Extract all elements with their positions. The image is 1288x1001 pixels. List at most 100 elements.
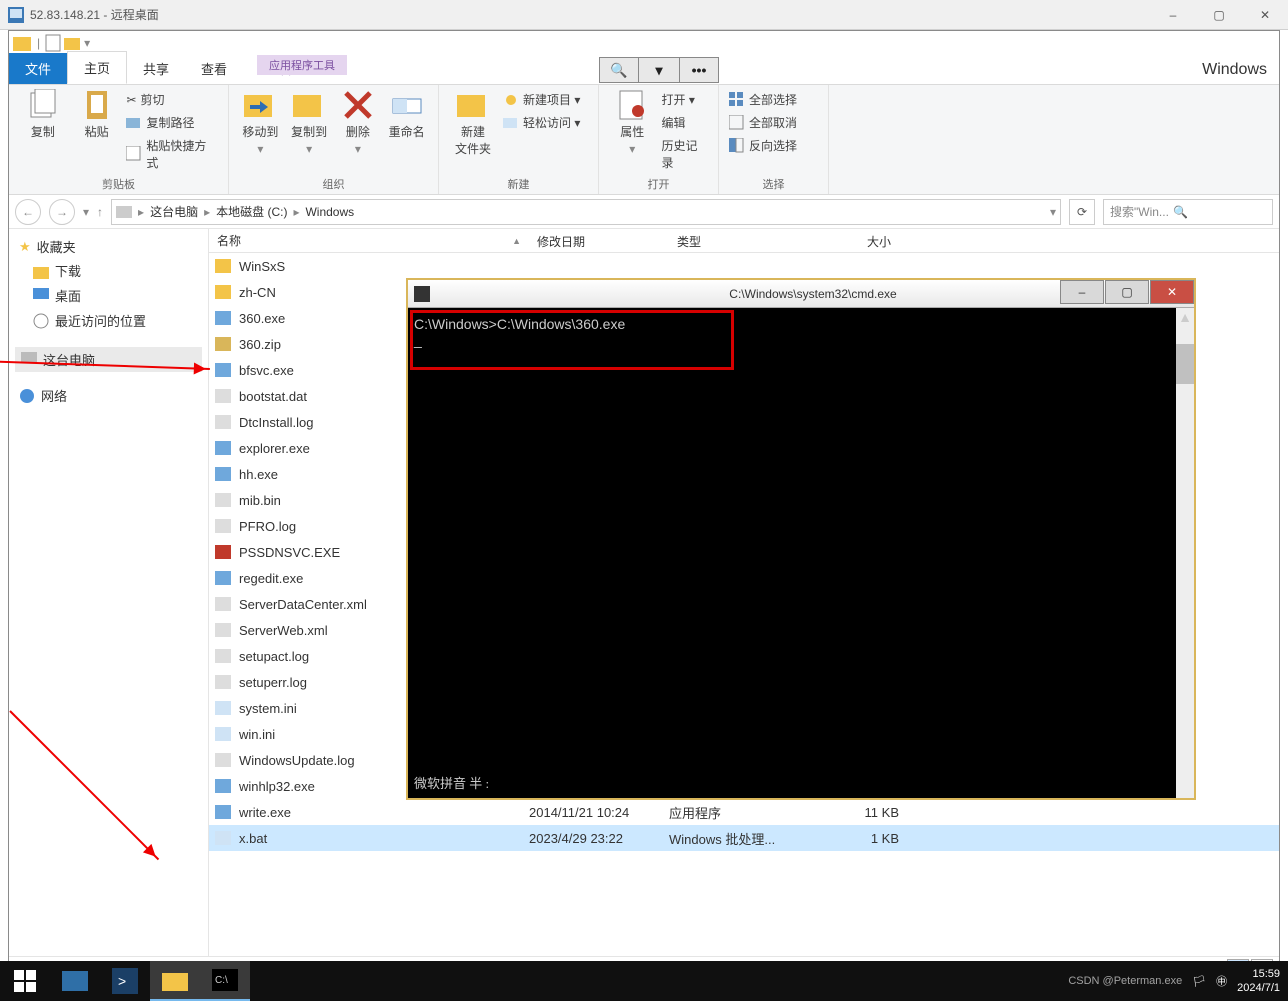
rdp-titlebar: 52.83.148.21 - 远程桌面 – ▢ ✕ bbox=[0, 0, 1288, 30]
path-icon bbox=[126, 115, 142, 131]
newfolder-button[interactable]: 新建 文件夹 bbox=[449, 89, 497, 157]
fwd-button[interactable]: → bbox=[49, 199, 75, 225]
selectall-button[interactable]: 全部选择 bbox=[729, 89, 797, 110]
breadcrumb-bar[interactable]: ▸ 这台电脑▸ 本地磁盘 (C:)▸ Windows ▾ bbox=[111, 199, 1061, 225]
crumb-2[interactable]: Windows bbox=[305, 205, 354, 219]
recent-icon bbox=[33, 313, 49, 329]
rdp-title-text: 52.83.148.21 - 远程桌面 bbox=[30, 6, 159, 23]
context-tab-label: 应用程序工具 bbox=[257, 55, 347, 75]
new-folder-icon[interactable] bbox=[64, 34, 82, 52]
properties-button[interactable]: 属性▾ bbox=[609, 89, 656, 156]
rdp-close-button[interactable]: ✕ bbox=[1242, 0, 1288, 30]
invertsel-button[interactable]: 反向选择 bbox=[729, 135, 797, 156]
zoom-button[interactable]: 🔍 bbox=[599, 57, 639, 83]
taskbar: > C:\ CSDN @Peterman.exe 🏳 ㊥ 15:59 2024/… bbox=[0, 961, 1288, 1001]
delete-button[interactable]: 删除▾ bbox=[337, 89, 380, 156]
side-recent[interactable]: 最近访问的位置 bbox=[15, 308, 202, 333]
nav-bar: ← → ▾ ↑ ▸ 这台电脑▸ 本地磁盘 (C:)▸ Windows ▾ ⟳ 搜… bbox=[9, 195, 1279, 229]
watermark-text: CSDN @Peterman.exe bbox=[1068, 975, 1182, 987]
file-row[interactable]: x.bat2023/4/29 23:22Windows 批处理...1 KB bbox=[209, 825, 1279, 851]
svg-text:>: > bbox=[118, 973, 126, 989]
back-button[interactable]: ← bbox=[15, 199, 41, 225]
nav-pane: ★收藏夹 下载 桌面 最近访问的位置 这台电脑 网络 bbox=[9, 229, 209, 956]
sort-arrow-icon: ▲ bbox=[512, 236, 521, 246]
desktop-icon bbox=[33, 288, 49, 304]
side-desktop[interactable]: 桌面 bbox=[15, 283, 202, 308]
crumb-0[interactable]: 这台电脑 bbox=[150, 203, 198, 220]
easyaccess-button[interactable]: 轻松访问 ▾ bbox=[503, 112, 580, 133]
drive-icon bbox=[116, 204, 132, 220]
properties-icon[interactable] bbox=[44, 34, 62, 52]
link-icon bbox=[503, 115, 519, 131]
moveto-button[interactable]: 移动到▾ bbox=[239, 89, 282, 156]
up-button[interactable]: ↑ bbox=[97, 205, 103, 219]
pasteshortcut-button[interactable]: 粘贴快捷方式 bbox=[126, 135, 218, 173]
search-icon: 🔍 bbox=[1173, 205, 1188, 219]
start-button[interactable] bbox=[0, 961, 50, 1001]
folder-icon bbox=[13, 34, 31, 52]
search-box[interactable]: 搜索"Win...🔍 bbox=[1103, 199, 1273, 225]
column-headers[interactable]: 名称▲ 修改日期 类型 大小 bbox=[209, 229, 1279, 253]
tab-view[interactable]: 查看 bbox=[185, 53, 243, 84]
tray-ime-icon[interactable]: ㊥ bbox=[1216, 973, 1227, 989]
pc-icon bbox=[21, 352, 37, 368]
taskbar-explorer[interactable] bbox=[150, 961, 200, 1001]
tab-home[interactable]: 主页 bbox=[67, 51, 127, 84]
grid-icon bbox=[729, 92, 745, 108]
taskbar-powershell[interactable]: > bbox=[100, 961, 150, 1001]
tray-flag-icon[interactable]: 🏳 bbox=[1192, 975, 1206, 988]
file-row[interactable]: WinSxS bbox=[209, 253, 1279, 279]
group-open-label: 打开 bbox=[609, 173, 708, 192]
history-button[interactable]: 历史记录 bbox=[662, 135, 709, 173]
tray-clock[interactable]: 15:59 2024/7/1 bbox=[1237, 967, 1280, 995]
side-favorites[interactable]: ★收藏夹 bbox=[15, 237, 202, 256]
zoom-controls: 🔍 ▾ ••• bbox=[599, 55, 719, 85]
scissors-icon: ✂ bbox=[126, 93, 136, 107]
cmd-scrollbar[interactable]: ▲ bbox=[1176, 308, 1194, 798]
delete-x-icon bbox=[342, 89, 374, 121]
side-network[interactable]: 网络 bbox=[15, 386, 202, 405]
crumb-1[interactable]: 本地磁盘 (C:) bbox=[216, 203, 287, 220]
side-downloads[interactable]: 下载 bbox=[15, 258, 202, 283]
copypath-button[interactable]: 复制路径 bbox=[126, 112, 218, 133]
tab-share[interactable]: 共享 bbox=[127, 53, 185, 84]
cmd-ime-status: 微软拼音 半 : bbox=[414, 773, 489, 792]
cmd-min-button[interactable]: – bbox=[1060, 280, 1104, 304]
ribbon: 复制 粘贴 ✂剪切 复制路径 粘贴快捷方式 剪贴板 移动到▾ 复制到▾ 删除▾ … bbox=[9, 85, 1279, 195]
tab-file[interactable]: 文件 bbox=[9, 53, 67, 84]
group-clipboard-label: 剪贴板 bbox=[19, 173, 218, 192]
recent-dropdown[interactable]: ▾ bbox=[83, 205, 89, 219]
network-icon bbox=[19, 388, 35, 404]
paste-button[interactable]: 粘贴 bbox=[73, 89, 121, 140]
open-button[interactable]: 打开 ▾ bbox=[662, 89, 709, 110]
annotation-highlight bbox=[410, 310, 734, 370]
sparkle-icon bbox=[503, 92, 519, 108]
cmd-icon bbox=[414, 286, 430, 302]
cmd-terminal[interactable]: C:\Windows>C:\Windows\360.exe _ 微软拼音 半 :… bbox=[408, 308, 1194, 798]
group-select-label: 选择 bbox=[729, 173, 818, 192]
rdp-maximize-button[interactable]: ▢ bbox=[1196, 0, 1242, 30]
cmd-close-button[interactable]: ✕ bbox=[1150, 280, 1194, 304]
taskbar-server-mgr[interactable] bbox=[50, 961, 100, 1001]
refresh-button[interactable]: ⟳ bbox=[1069, 199, 1095, 225]
edit-button[interactable]: 编辑 bbox=[662, 112, 709, 133]
copy-button[interactable]: 复制 bbox=[19, 89, 67, 140]
taskbar-cmd[interactable]: C:\ bbox=[200, 961, 250, 1001]
copyto-button[interactable]: 复制到▾ bbox=[288, 89, 331, 156]
cmd-window: C:\Windows\system32\cmd.exe – ▢ ✕ C:\Win… bbox=[406, 278, 1196, 800]
newitem-button[interactable]: 新建项目 ▾ bbox=[503, 89, 580, 110]
crumb-dropdown[interactable]: ▾ bbox=[1050, 205, 1056, 219]
selectnone-button[interactable]: 全部取消 bbox=[729, 112, 797, 133]
zoom-more[interactable]: ••• bbox=[679, 57, 719, 83]
group-new-label: 新建 bbox=[449, 173, 588, 192]
zoom-dropdown[interactable]: ▾ bbox=[639, 57, 679, 83]
cut-button[interactable]: ✂剪切 bbox=[126, 89, 218, 110]
cmd-max-button[interactable]: ▢ bbox=[1105, 280, 1149, 304]
cmd-titlebar[interactable]: C:\Windows\system32\cmd.exe – ▢ ✕ bbox=[408, 280, 1194, 308]
download-icon bbox=[33, 263, 49, 279]
rename-button[interactable]: 重命名 bbox=[385, 89, 428, 140]
svg-text:C:\: C:\ bbox=[215, 975, 228, 986]
rdp-minimize-button[interactable]: – bbox=[1150, 0, 1196, 30]
group-organize-label: 组织 bbox=[239, 173, 428, 192]
file-row[interactable]: write.exe2014/11/21 10:24应用程序11 KB bbox=[209, 799, 1279, 825]
